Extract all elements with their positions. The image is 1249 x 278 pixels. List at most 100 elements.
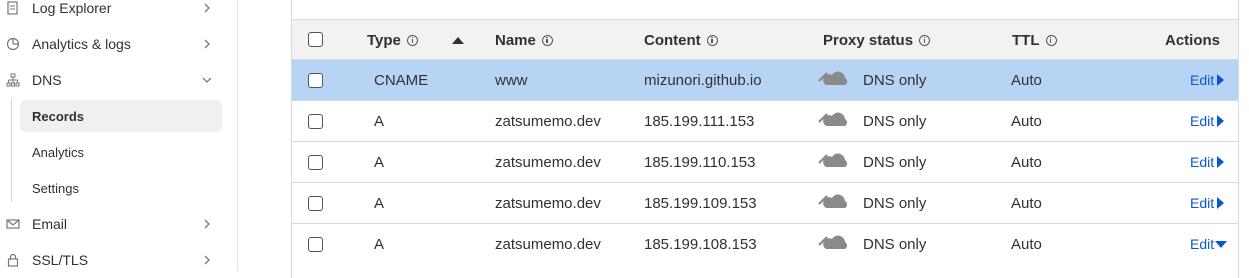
- sidebar-item-label: SSL/TLS: [32, 252, 89, 268]
- sidebar-item-ssl-tls[interactable]: SSL/TLS: [0, 242, 228, 278]
- record-ttl: Auto: [1011, 194, 1042, 212]
- record-name: zatsumemo.dev: [495, 194, 601, 212]
- caret-right-icon: [1217, 197, 1225, 209]
- caret-right-icon: [1217, 156, 1225, 168]
- dns-only-cloud-icon: [818, 235, 848, 249]
- table-row[interactable]: A zatsumemo.dev 185.199.111.153 DNS only…: [292, 101, 1238, 142]
- sidebar-item-dns[interactable]: DNS: [0, 62, 228, 98]
- sidebar-item-label: Analytics & logs: [32, 36, 131, 52]
- proxy-status: DNS only: [863, 153, 927, 171]
- column-header-actions: Actions: [1165, 20, 1220, 60]
- column-header-label: TTL: [1012, 31, 1040, 49]
- edit-label: Edit: [1190, 113, 1215, 129]
- dns-only-cloud-icon: [818, 194, 848, 208]
- sidebar-subitem-analytics[interactable]: Analytics: [20, 136, 222, 168]
- edit-button[interactable]: Edit: [1190, 183, 1225, 223]
- analytics-icon: [6, 37, 20, 51]
- record-ttl: Auto: [1011, 153, 1042, 171]
- proxy-status: DNS only: [863, 71, 927, 89]
- record-type: A: [374, 112, 385, 130]
- chevron-right-icon: [204, 3, 210, 13]
- record-ttl: Auto: [1011, 235, 1042, 253]
- info-icon[interactable]: [706, 34, 718, 46]
- record-content: 185.199.110.153: [644, 153, 756, 171]
- column-header-proxy-status[interactable]: Proxy status: [823, 20, 931, 60]
- sort-ascending-icon[interactable]: [452, 20, 464, 60]
- info-icon[interactable]: [1045, 34, 1057, 46]
- table-header: Type Name Content Proxy status TTL Actio…: [292, 19, 1238, 60]
- row-checkbox[interactable]: [308, 237, 323, 252]
- select-all-checkbox[interactable]: [308, 32, 323, 47]
- chevron-down-icon: [202, 77, 212, 83]
- record-name: zatsumemo.dev: [495, 235, 601, 253]
- caret-down-icon: [1215, 240, 1228, 248]
- edit-label: Edit: [1190, 154, 1215, 170]
- record-type: A: [374, 194, 385, 212]
- sidebar-item-label: Email: [32, 216, 68, 232]
- column-header-type[interactable]: Type: [367, 20, 418, 60]
- proxy-status: DNS only: [863, 235, 927, 253]
- sidebar-item-email[interactable]: Email: [0, 206, 228, 242]
- caret-right-icon: [1217, 115, 1225, 127]
- edit-label: Edit: [1190, 195, 1215, 211]
- record-ttl: Auto: [1011, 112, 1042, 130]
- column-header-name[interactable]: Name: [495, 20, 553, 60]
- dns-only-cloud-icon: [818, 153, 848, 167]
- row-checkbox[interactable]: [308, 155, 323, 170]
- submenu-guide-line: [11, 98, 12, 202]
- caret-right-icon: [1217, 74, 1225, 86]
- info-icon[interactable]: [406, 34, 418, 46]
- sidebar-subitem-label: Records: [32, 108, 85, 124]
- record-name: zatsumemo.dev: [495, 153, 601, 171]
- table-row[interactable]: A zatsumemo.dev 185.199.108.153 DNS only…: [292, 224, 1238, 265]
- record-content: 185.199.108.153: [644, 235, 757, 253]
- proxy-status: DNS only: [863, 112, 927, 130]
- edit-label: Edit: [1190, 72, 1215, 88]
- column-header-label: Content: [644, 31, 701, 49]
- column-header-label: Proxy status: [823, 31, 914, 49]
- record-content: mizunori.github.io: [644, 71, 762, 89]
- dns-only-cloud-icon: [818, 112, 848, 126]
- table-row[interactable]: A zatsumemo.dev 185.199.110.153 DNS only…: [292, 142, 1238, 183]
- edit-button[interactable]: Edit: [1190, 60, 1225, 100]
- column-header-label: Actions: [1165, 31, 1221, 49]
- edit-button[interactable]: Edit: [1190, 101, 1225, 141]
- table-row[interactable]: A zatsumemo.dev 185.199.109.153 DNS only…: [292, 183, 1238, 224]
- column-header-label: Type: [367, 31, 401, 49]
- dns-icon: [6, 73, 20, 87]
- column-header-content[interactable]: Content: [644, 20, 718, 60]
- info-icon[interactable]: [919, 34, 931, 46]
- chevron-right-icon: [204, 219, 210, 229]
- record-content: 185.199.109.153: [644, 194, 757, 212]
- row-checkbox[interactable]: [308, 196, 323, 211]
- record-type: A: [374, 235, 385, 253]
- info-icon[interactable]: [541, 34, 553, 46]
- sidebar-item-analytics-logs[interactable]: Analytics & logs: [0, 26, 228, 62]
- email-icon: [6, 217, 20, 231]
- proxy-status: DNS only: [863, 194, 927, 212]
- record-type: A: [374, 153, 385, 171]
- lock-icon: [6, 253, 20, 267]
- row-checkbox[interactable]: [308, 73, 323, 88]
- sidebar-subitem-label: Settings: [32, 180, 79, 196]
- table-row[interactable]: CNAME www mizunori.github.io DNS only Au…: [292, 60, 1238, 101]
- record-content: 185.199.111.153: [644, 112, 755, 130]
- column-header-ttl[interactable]: TTL: [1012, 20, 1057, 60]
- sidebar-item-label: Log Explorer: [32, 0, 112, 16]
- edit-button[interactable]: Edit: [1190, 224, 1228, 264]
- edit-button[interactable]: Edit: [1190, 142, 1225, 182]
- record-type: CNAME: [374, 71, 429, 89]
- sidebar-item-log-explorer[interactable]: Log Explorer: [0, 0, 228, 26]
- row-checkbox[interactable]: [308, 114, 323, 129]
- record-ttl: Auto: [1011, 71, 1042, 89]
- sidebar-item-label: DNS: [32, 72, 62, 88]
- column-header-label: Name: [495, 31, 536, 49]
- log-explorer-icon: [6, 1, 20, 15]
- dns-only-cloud-icon: [818, 71, 848, 85]
- record-name: zatsumemo.dev: [495, 112, 601, 130]
- sidebar: Log Explorer Analytics & logs DNS Record…: [0, 0, 238, 270]
- record-name: www: [495, 71, 528, 89]
- sidebar-subitem-records[interactable]: Records: [20, 100, 222, 132]
- chevron-right-icon: [204, 39, 210, 49]
- sidebar-subitem-settings[interactable]: Settings: [20, 172, 222, 204]
